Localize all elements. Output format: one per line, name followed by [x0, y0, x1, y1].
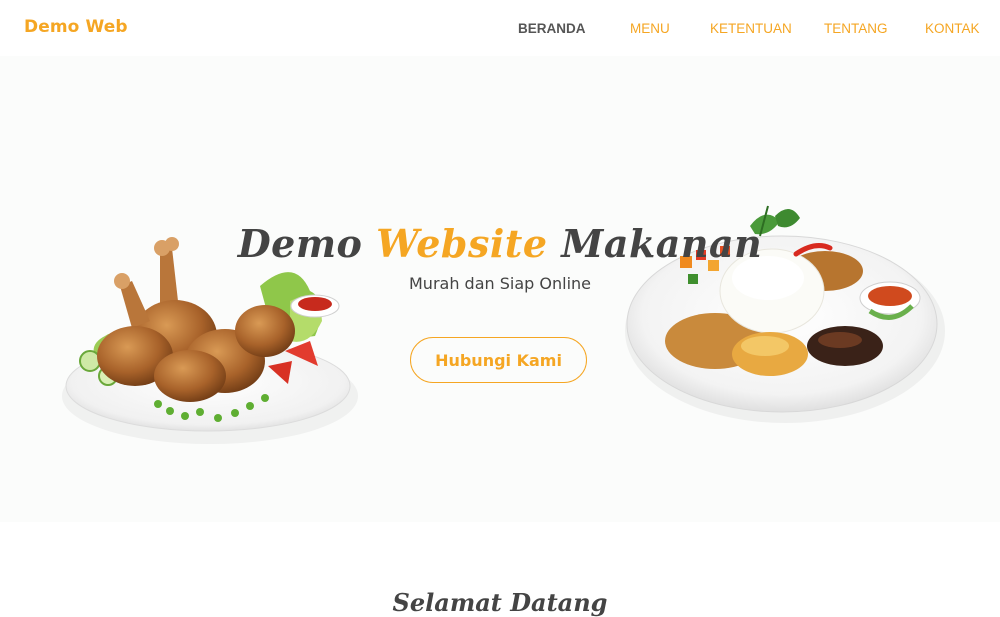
nav-link-menu[interactable]: MENU [630, 21, 670, 36]
hero-title-part2: Makanan [547, 221, 763, 267]
hero-section: Demo Website Makanan Murah dan Siap Onli… [0, 56, 1000, 522]
navbar: Demo Web BERANDA MENU KETENTUAN TENTANG … [0, 0, 1000, 56]
hero-title-part1: Demo [237, 221, 377, 267]
welcome-heading: Selamat Datang [392, 587, 608, 617]
nav-link-tentang[interactable]: TENTANG [824, 21, 888, 36]
hero-title-accent: Website [376, 221, 548, 267]
brand-logo[interactable]: Demo Web [24, 17, 128, 37]
nav-link-ketentuan[interactable]: KETENTUAN [710, 21, 792, 36]
hero-title: Demo Website Makanan [0, 221, 1000, 266]
nav-link-beranda[interactable]: BERANDA [518, 21, 586, 36]
nav-link-kontak[interactable]: KONTAK [925, 21, 980, 36]
contact-us-button[interactable]: Hubungi Kami [410, 337, 587, 383]
hero-subtitle: Murah dan Siap Online [409, 274, 591, 293]
